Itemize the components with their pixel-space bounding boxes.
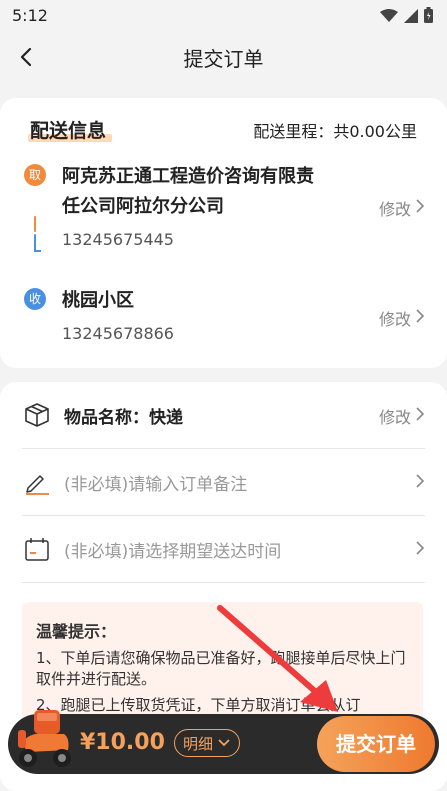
chevron-right-icon <box>415 198 425 218</box>
delivery-distance: 配送里程：共0.00公里 <box>253 122 417 141</box>
nav-bar: 提交订单 <box>0 32 447 84</box>
receive-badge: 收 <box>24 288 46 310</box>
submit-order-button[interactable]: 提交订单 <box>317 716 435 772</box>
delivery-time-row[interactable]: (非必填)请选择期望送达时间 <box>22 516 425 583</box>
status-time: 5:12 <box>12 6 48 25</box>
item-edit-button[interactable]: 修改 <box>379 404 425 428</box>
pickup-badge: 取 <box>24 164 46 186</box>
pencil-icon <box>24 469 50 495</box>
pickup-name-line1: 阿克苏正通工程造价咨询有限责 <box>62 166 314 187</box>
tips-body: 1、下单后请您确保物品已准备好，跑腿接单后尽快上门取件并进行配送。 2、跑腿已上… <box>36 648 416 721</box>
status-icons <box>380 7 433 27</box>
receive-phone: 13245678866 <box>62 324 174 343</box>
item-name-label: 物品名称：快递 <box>64 408 183 428</box>
bottom-order-bar: ¥10.00 明细 提交订单 <box>8 710 439 774</box>
price-detail-button[interactable]: 明细 <box>174 729 241 757</box>
page-title: 提交订单 <box>183 47 264 71</box>
item-name-row[interactable]: 物品名称：快递 修改 <box>22 382 425 449</box>
signal-icon <box>404 8 418 27</box>
chevron-right-icon <box>415 473 425 493</box>
route-connector-hook <box>34 250 41 252</box>
pickup-phone: 13245675445 <box>62 230 174 249</box>
delivery-scooter-icon <box>14 704 76 774</box>
receive-edit-label: 修改 <box>378 310 411 329</box>
order-remark-row[interactable]: (非必填)请输入订单备注 <box>22 449 425 516</box>
tips-line: 2、跑腿已上传取货凭证，下单方取消订单会从订 <box>36 696 361 714</box>
calendar-icon <box>24 536 50 562</box>
pickup-name-line2: 任公司阿拉尔分公司 <box>62 196 224 217</box>
total-price: ¥10.00 <box>80 730 165 755</box>
receive-name: 桃园小区 <box>62 290 134 311</box>
receive-edit-button[interactable]: 修改 <box>379 306 425 330</box>
chevron-down-icon <box>217 734 231 752</box>
wifi-icon <box>380 8 398 27</box>
chevron-right-icon <box>415 308 425 328</box>
chevron-right-icon <box>415 540 425 560</box>
package-box-icon <box>24 402 50 428</box>
route-connector-top <box>34 216 36 232</box>
tips-title: 温馨提示： <box>36 622 117 641</box>
tips-line: 1、下单后请您确保物品已准备好，跑腿接单后尽快上门取件并进行配送。 <box>36 649 406 688</box>
status-bar: 5:12 <box>0 0 447 32</box>
order-remark-input[interactable]: (非必填)请输入订单备注 <box>64 470 247 495</box>
pickup-edit-button[interactable]: 修改 <box>379 196 425 220</box>
item-edit-label: 修改 <box>378 408 411 427</box>
pickup-edit-label: 修改 <box>378 200 411 219</box>
chevron-right-icon <box>415 406 425 426</box>
section-title: 配送信息 <box>30 120 107 142</box>
detail-label: 明细 <box>183 734 214 753</box>
delivery-time-select[interactable]: (非必填)请选择期望送达时间 <box>64 537 281 562</box>
delivery-info-card: 配送信息 配送里程：共0.00公里 取 阿克苏正通工程造价咨询有限责 任公司阿拉… <box>0 98 447 368</box>
battery-icon <box>424 7 433 27</box>
